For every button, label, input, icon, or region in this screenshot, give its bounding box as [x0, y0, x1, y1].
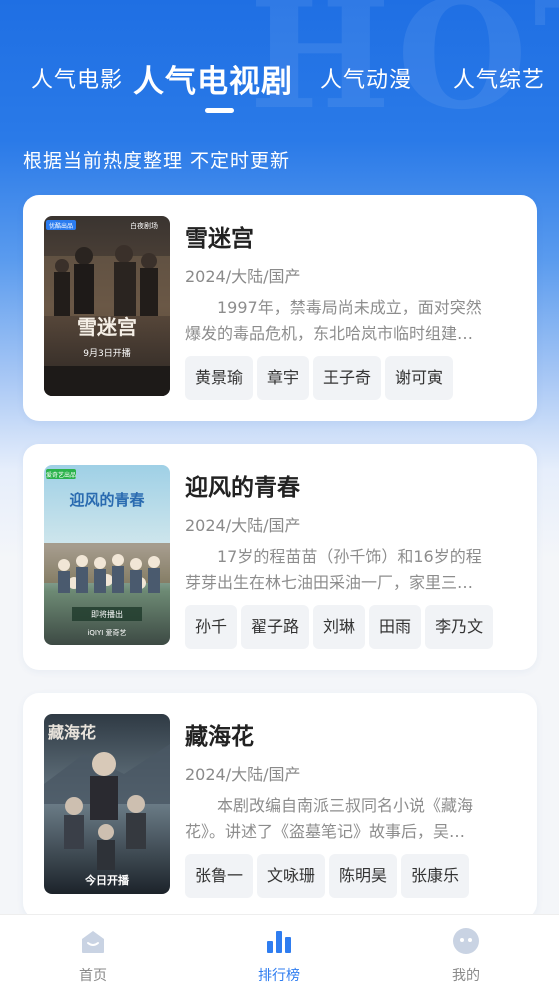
category-tabs: 人气电影 人气电视剧 人气动漫 人气综艺 [0, 48, 559, 118]
description-line: 本剧改编自南派三叔同名小说《藏海 [217, 796, 474, 815]
drama-title: 雪迷宫 [185, 226, 254, 252]
nav-ranking-label: 排行榜 [258, 968, 300, 984]
page-subtitle: 根据当前热度整理 不定时更新 [23, 150, 291, 172]
cast-list: 黄景瑜 章宇 王子奇 谢可寅 [185, 356, 457, 400]
drama-meta: 2024/大陆/国产 [185, 516, 301, 535]
poster-image: 优酷出品 白夜剧场 雪迷宫 9月3日开播 [44, 216, 170, 396]
cast-list: 张鲁一 文咏珊 陈明昊 张康乐 [185, 854, 473, 898]
tab-variety[interactable]: 人气综艺 [453, 62, 545, 94]
cast-chip[interactable]: 王子奇 [313, 356, 382, 400]
poster-image: 爱奇艺出品 迎风的青春 即将播出 iQIYI 爱奇艺 [44, 465, 170, 645]
ranking-icon [265, 927, 293, 955]
cast-chip[interactable]: 刘琳 [313, 605, 366, 649]
bottom-navigation: 首页 排行榜 我的 [0, 914, 559, 993]
ranking-screen: HOT 人气电影 人气电视剧 人气动漫 人气综艺 根据当前热度整理 不定时更新 [0, 0, 559, 993]
cast-chip[interactable]: 章宇 [257, 356, 310, 400]
cast-chip[interactable]: 孙千 [185, 605, 238, 649]
poster-brand: 白夜剧场 [130, 221, 158, 230]
home-icon [79, 927, 107, 955]
poster-title-art: 迎风的青春 [69, 491, 144, 509]
drama-card[interactable]: 优酷出品 白夜剧场 雪迷宫 9月3日开播 雪迷宫 2024/大陆/国产 1997… [23, 195, 537, 421]
poster-badge: 爱奇艺出品 [46, 471, 76, 479]
cast-list: 孙千 翟子路 刘琳 田雨 李乃文 [185, 605, 497, 649]
drama-card[interactable]: 爱奇艺出品 迎风的青春 即将播出 iQIYI 爱奇艺 迎风的青春 2024/大陆… [23, 444, 537, 670]
cast-chip[interactable]: 李乃文 [425, 605, 494, 649]
poster-title-art: 藏海花 [48, 723, 96, 742]
drama-title: 藏海花 [185, 724, 254, 750]
drama-meta: 2024/大陆/国产 [185, 267, 301, 286]
cast-chip[interactable]: 文咏珊 [257, 854, 326, 898]
nav-profile[interactable]: 我的 [406, 915, 526, 993]
drama-meta: 2024/大陆/国产 [185, 765, 301, 784]
cast-chip[interactable]: 黄景瑜 [185, 356, 254, 400]
drama-description: 本剧改编自南派三叔同名小说《藏海 花》。讲述了《盗墓笔记》故事后，吴… [185, 793, 515, 845]
nav-profile-label: 我的 [452, 968, 480, 984]
drama-description: 17岁的程苗苗（孙千饰）和16岁的程 芽芽出生在林七油田采油一厂，家里三… [185, 544, 515, 596]
description-line: 爆发的毒品危机，东北哈岚市临时组建… [185, 324, 474, 343]
drama-card[interactable]: 藏海花 今日开播 藏海花 2024/大陆/国产 本剧改编自南派三叔同名小说《藏海… [23, 693, 537, 919]
drama-title: 迎风的青春 [185, 475, 300, 501]
description-line: 花》。讲述了《盗墓笔记》故事后，吴… [185, 822, 466, 841]
profile-icon [452, 927, 480, 955]
tab-tv-series[interactable]: 人气电视剧 [133, 56, 293, 101]
poster-title-art: 雪迷宫 [77, 315, 137, 339]
nav-home-label: 首页 [79, 968, 107, 984]
poster-date: 今日开播 [84, 873, 130, 887]
description-line: 芽芽出生在林七油田采油一厂，家里三… [185, 573, 474, 592]
nav-ranking[interactable]: 排行榜 [219, 915, 339, 993]
cast-chip[interactable]: 陈明昊 [329, 854, 398, 898]
cast-chip[interactable]: 张鲁一 [185, 854, 254, 898]
poster-platform: iQIYI 爱奇艺 [87, 628, 126, 637]
cast-chip[interactable]: 谢可寅 [385, 356, 454, 400]
poster-date: 即将播出 [91, 609, 123, 619]
poster-date: 9月3日开播 [83, 347, 130, 359]
description-line: 17岁的程苗苗（孙千饰）和16岁的程 [217, 547, 482, 566]
cast-chip[interactable]: 翟子路 [241, 605, 310, 649]
tab-movies[interactable]: 人气电影 [31, 62, 123, 94]
cast-chip[interactable]: 张康乐 [401, 854, 470, 898]
poster-image: 藏海花 今日开播 [44, 714, 170, 894]
description-line: 1997年，禁毒局尚未成立，面对突然 [217, 298, 482, 317]
nav-home[interactable]: 首页 [33, 915, 153, 993]
drama-description: 1997年，禁毒局尚未成立，面对突然 爆发的毒品危机，东北哈岚市临时组建… [185, 295, 515, 347]
poster-badge: 优酷出品 [49, 222, 73, 230]
tab-anime[interactable]: 人气动漫 [320, 62, 412, 94]
cast-chip[interactable]: 田雨 [369, 605, 422, 649]
active-tab-indicator [205, 108, 234, 113]
